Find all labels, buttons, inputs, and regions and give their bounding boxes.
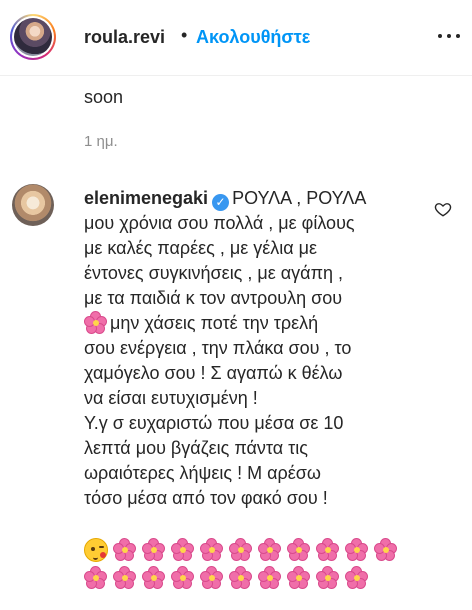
hibiscus-icon bbox=[171, 538, 195, 562]
comment-line-text: μην χάσεις ποτέ την τρελή bbox=[110, 313, 319, 333]
comment-line: μην χάσεις ποτέ την τρελή bbox=[84, 311, 424, 336]
comment-line: με καλές παρέες , με γέλια με bbox=[84, 238, 318, 258]
comment-line: με τα παιδιά κ τον αντρουλη σου bbox=[84, 288, 343, 308]
comment-timestamp[interactable]: 1 ημ. bbox=[84, 133, 118, 150]
comment-line: έντονες συγκινήσεις , με αγάπη , bbox=[84, 263, 344, 283]
hibiscus-icon bbox=[345, 566, 369, 590]
separator-dot: • bbox=[181, 25, 188, 45]
header-username[interactable]: roula.revi bbox=[84, 27, 165, 48]
hibiscus-icon bbox=[345, 538, 369, 562]
comment-line: σου ενέργεια , την πλάκα σου , το bbox=[84, 338, 352, 358]
comment-line: ωραιότερες λήψεις ! Μ αρέσω bbox=[84, 463, 321, 483]
hibiscus-icon bbox=[84, 311, 108, 335]
hibiscus-icon bbox=[287, 538, 311, 562]
avatar-image bbox=[14, 18, 52, 56]
hibiscus-icon bbox=[316, 566, 340, 590]
hibiscus-icon bbox=[287, 566, 311, 590]
hibiscus-icon bbox=[171, 566, 195, 590]
hibiscus-icon bbox=[142, 538, 166, 562]
previous-comment-text: soon bbox=[84, 87, 124, 107]
comment-line: τόσο μέσα από τον φακό σου ! bbox=[84, 488, 328, 508]
hibiscus-icon bbox=[142, 566, 166, 590]
verified-badge-icon: ✓ bbox=[212, 194, 230, 211]
hibiscus-icon bbox=[258, 538, 282, 562]
hibiscus-icon bbox=[229, 566, 253, 590]
comment-line: Υ.γ σ ευχαριστώ που μέσα σε 10 bbox=[84, 413, 344, 433]
comment-line: να είσαι ευτυχισμένη ! bbox=[84, 388, 258, 408]
comment-line: μου χρόνια σου πολλά , με φίλους bbox=[84, 213, 355, 233]
hibiscus-icon bbox=[113, 566, 137, 590]
follow-button[interactable]: Ακολουθήστε bbox=[196, 27, 310, 48]
comment-line: λεπτά μου βγάζεις πάντα τις bbox=[84, 438, 308, 458]
comment-line: χαμόγελο σου ! Σ αγαπώ κ θέλω bbox=[84, 363, 343, 383]
hibiscus-icon bbox=[113, 538, 137, 562]
commenter-avatar[interactable] bbox=[12, 184, 54, 226]
more-options-icon[interactable] bbox=[436, 24, 462, 48]
comment-body: elenimenegaki ✓ ΡΟΥΛΑ , ΡΟΥΛΑ μου χρόνια σ… bbox=[84, 186, 424, 511]
more-dot bbox=[447, 34, 451, 38]
kissing-face-icon bbox=[84, 538, 108, 562]
comment-line-text: ΡΟΥΛΑ , ΡΟΥΛΑ bbox=[232, 188, 367, 208]
hibiscus-icon bbox=[200, 538, 224, 562]
more-dot bbox=[438, 34, 442, 38]
comment-line: elenimenegaki ✓ ΡΟΥΛΑ , ΡΟΥΛΑ bbox=[84, 186, 424, 211]
hibiscus-icon bbox=[200, 566, 224, 590]
profile-avatar[interactable] bbox=[10, 14, 56, 60]
hibiscus-icon bbox=[229, 538, 253, 562]
hibiscus-icon bbox=[316, 538, 340, 562]
hibiscus-icon bbox=[84, 566, 108, 590]
hibiscus-icon bbox=[374, 538, 398, 562]
commenter-username[interactable]: elenimenegaki bbox=[84, 188, 208, 208]
more-dot bbox=[456, 34, 460, 38]
hibiscus-icon bbox=[258, 566, 282, 590]
post-header: roula.revi • Ακολουθήστε bbox=[0, 0, 472, 76]
like-heart-icon[interactable] bbox=[434, 200, 452, 218]
